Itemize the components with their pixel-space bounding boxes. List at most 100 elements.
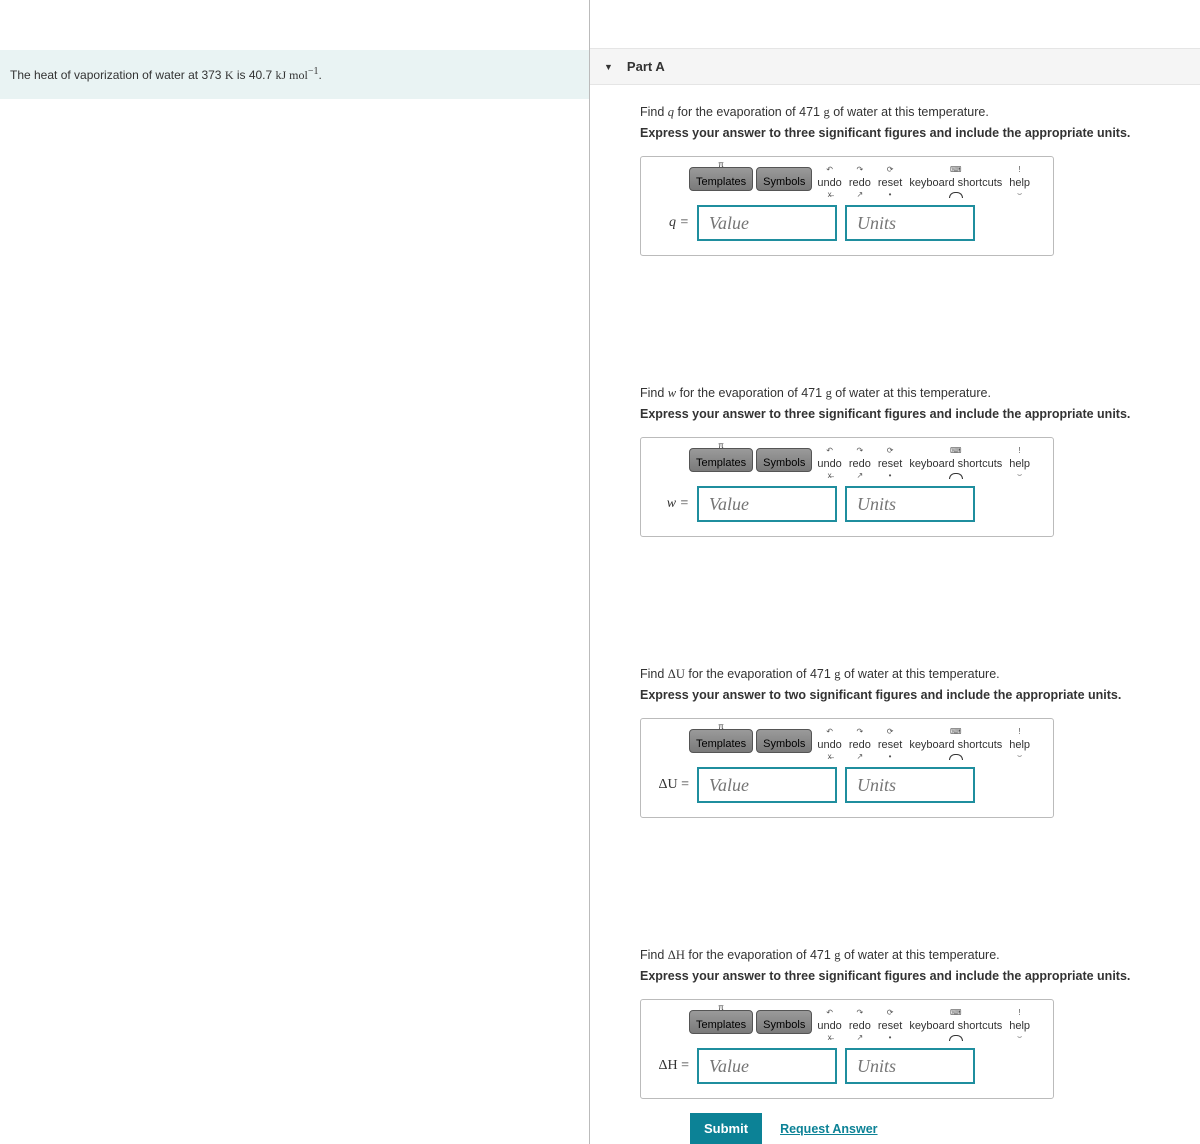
btn-label: undo bbox=[817, 1020, 841, 1032]
templates-button[interactable]: πTemplates bbox=[689, 448, 753, 472]
prompt-variable: w bbox=[668, 386, 676, 400]
answer-column: ▼ Part A Find q for the evaporation of 4… bbox=[590, 0, 1200, 1144]
info-text: is 40.7 bbox=[233, 68, 275, 82]
help-button[interactable]: !help⌣ bbox=[1007, 730, 1032, 753]
btn-label: Symbols bbox=[763, 1019, 805, 1031]
question-prompt: Find w for the evaporation of 471 g of w… bbox=[640, 386, 1200, 401]
question-q: Find q for the evaporation of 471 g of w… bbox=[590, 85, 1200, 256]
btn-label: keyboard shortcuts bbox=[909, 1020, 1002, 1032]
btn-label: Symbols bbox=[763, 738, 805, 750]
answer-instructions: Express your answer to two significant f… bbox=[640, 688, 1200, 702]
info-text: . bbox=[319, 68, 322, 82]
prompt-text: for the evaporation of 471 bbox=[676, 386, 825, 400]
keyboard-shortcuts-button[interactable]: ⌨keyboard shortcuts bbox=[907, 449, 1004, 472]
equation-toolbar: πTemplates Symbols ↶undox̶ ↷redo↗ ⟳reset… bbox=[689, 729, 1039, 753]
redo-button[interactable]: ↷redo↗ bbox=[847, 730, 873, 753]
submit-button[interactable]: Submit bbox=[690, 1113, 762, 1144]
btn-label: help bbox=[1009, 1020, 1030, 1032]
btn-label: help bbox=[1009, 177, 1030, 189]
problem-info-box: The heat of vaporization of water at 373… bbox=[0, 50, 589, 99]
answer-input-box: πTemplates Symbols ↶undox̶ ↷redo↗ ⟳reset… bbox=[640, 156, 1054, 256]
equation-toolbar: πTemplates Symbols ↶undox̶ ↷redo↗ ⟳reset… bbox=[689, 448, 1039, 472]
keyboard-shortcuts-button[interactable]: ⌨keyboard shortcuts bbox=[907, 730, 1004, 753]
keyboard-shortcuts-button[interactable]: ⌨keyboard shortcuts bbox=[907, 168, 1004, 191]
equation-toolbar: πTemplates Symbols ↶undox̶ ↷redo↗ ⟳reset… bbox=[689, 1010, 1039, 1034]
info-text: kJ mol bbox=[276, 68, 308, 82]
units-input[interactable] bbox=[845, 1048, 975, 1084]
prompt-text: Find bbox=[640, 105, 668, 119]
templates-button[interactable]: πTemplates bbox=[689, 1010, 753, 1034]
redo-button[interactable]: ↷redo↗ bbox=[847, 449, 873, 472]
btn-label: reset bbox=[878, 458, 902, 470]
btn-label: keyboard shortcuts bbox=[909, 739, 1002, 751]
undo-button[interactable]: ↶undox̶ bbox=[815, 449, 843, 472]
info-text: The heat of vaporization of water at 373 bbox=[10, 68, 225, 82]
answer-instructions: Express your answer to three significant… bbox=[640, 126, 1200, 140]
prompt-text: of water at this temperature. bbox=[841, 948, 1000, 962]
value-input[interactable] bbox=[697, 767, 837, 803]
question-prompt: Find ΔH for the evaporation of 471 g of … bbox=[640, 948, 1200, 963]
redo-button[interactable]: ↷redo↗ bbox=[847, 168, 873, 191]
value-input[interactable] bbox=[697, 205, 837, 241]
btn-label: reset bbox=[878, 739, 902, 751]
answer-input-box: πTemplates Symbols ↶undox̶ ↷redo↗ ⟳reset… bbox=[640, 718, 1054, 818]
help-button[interactable]: !help⌣ bbox=[1007, 168, 1032, 191]
units-input[interactable] bbox=[845, 486, 975, 522]
value-input[interactable] bbox=[697, 486, 837, 522]
symbols-button[interactable]: Symbols bbox=[756, 729, 812, 753]
prompt-text: Find bbox=[640, 386, 668, 400]
variable-label: w = bbox=[655, 496, 689, 512]
part-label: Part A bbox=[627, 59, 665, 74]
templates-button[interactable]: πTemplates bbox=[689, 167, 753, 191]
btn-label: help bbox=[1009, 739, 1030, 751]
info-text: −1 bbox=[308, 66, 319, 77]
prompt-text: for the evaporation of 471 bbox=[674, 105, 823, 119]
answer-input-box: πTemplates Symbols ↶undox̶ ↷redo↗ ⟳reset… bbox=[640, 999, 1054, 1099]
prompt-variable: ΔU bbox=[668, 667, 685, 681]
symbols-button[interactable]: Symbols bbox=[756, 448, 812, 472]
help-button[interactable]: !help⌣ bbox=[1007, 1011, 1032, 1034]
prompt-text: Find bbox=[640, 948, 668, 962]
btn-label: undo bbox=[817, 739, 841, 751]
reset-button[interactable]: ⟳reset• bbox=[876, 168, 904, 191]
equation-toolbar: πTemplates Symbols ↶undox̶ ↷redo↗ ⟳reset… bbox=[689, 167, 1039, 191]
value-input[interactable] bbox=[697, 1048, 837, 1084]
question-prompt: Find q for the evaporation of 471 g of w… bbox=[640, 105, 1200, 120]
keyboard-shortcuts-button[interactable]: ⌨keyboard shortcuts bbox=[907, 1011, 1004, 1034]
answer-instructions: Express your answer to three significant… bbox=[640, 969, 1200, 983]
part-a-header[interactable]: ▼ Part A bbox=[590, 48, 1200, 85]
variable-label: ΔU = bbox=[655, 777, 689, 793]
btn-label: undo bbox=[817, 458, 841, 470]
request-answer-link[interactable]: Request Answer bbox=[780, 1122, 877, 1136]
question-delta-h: Find ΔH for the evaporation of 471 g of … bbox=[590, 928, 1200, 1144]
reset-button[interactable]: ⟳reset• bbox=[876, 449, 904, 472]
btn-label: redo bbox=[849, 177, 871, 189]
prompt-text: for the evaporation of 471 bbox=[685, 948, 834, 962]
btn-label: keyboard shortcuts bbox=[909, 177, 1002, 189]
reset-button[interactable]: ⟳reset• bbox=[876, 1011, 904, 1034]
btn-label: help bbox=[1009, 458, 1030, 470]
reset-button[interactable]: ⟳reset• bbox=[876, 730, 904, 753]
problem-statement-column: The heat of vaporization of water at 373… bbox=[0, 0, 590, 1144]
symbols-button[interactable]: Symbols bbox=[756, 167, 812, 191]
symbols-button[interactable]: Symbols bbox=[756, 1010, 812, 1034]
units-input[interactable] bbox=[845, 205, 975, 241]
variable-label: ΔH = bbox=[655, 1058, 689, 1074]
question-delta-u: Find ΔU for the evaporation of 471 g of … bbox=[590, 647, 1200, 818]
help-button[interactable]: !help⌣ bbox=[1007, 449, 1032, 472]
prompt-text: of water at this temperature. bbox=[841, 667, 1000, 681]
btn-label: reset bbox=[878, 1020, 902, 1032]
undo-button[interactable]: ↶undox̶ bbox=[815, 1011, 843, 1034]
undo-button[interactable]: ↶undox̶ bbox=[815, 168, 843, 191]
collapse-caret-icon: ▼ bbox=[604, 62, 613, 72]
variable-label: q = bbox=[655, 215, 689, 231]
redo-button[interactable]: ↷redo↗ bbox=[847, 1011, 873, 1034]
btn-label: redo bbox=[849, 458, 871, 470]
templates-button[interactable]: πTemplates bbox=[689, 729, 753, 753]
btn-label: Templates bbox=[696, 176, 746, 188]
btn-label: Templates bbox=[696, 457, 746, 469]
btn-label: Symbols bbox=[763, 176, 805, 188]
prompt-text: for the evaporation of 471 bbox=[685, 667, 834, 681]
units-input[interactable] bbox=[845, 767, 975, 803]
undo-button[interactable]: ↶undox̶ bbox=[815, 730, 843, 753]
